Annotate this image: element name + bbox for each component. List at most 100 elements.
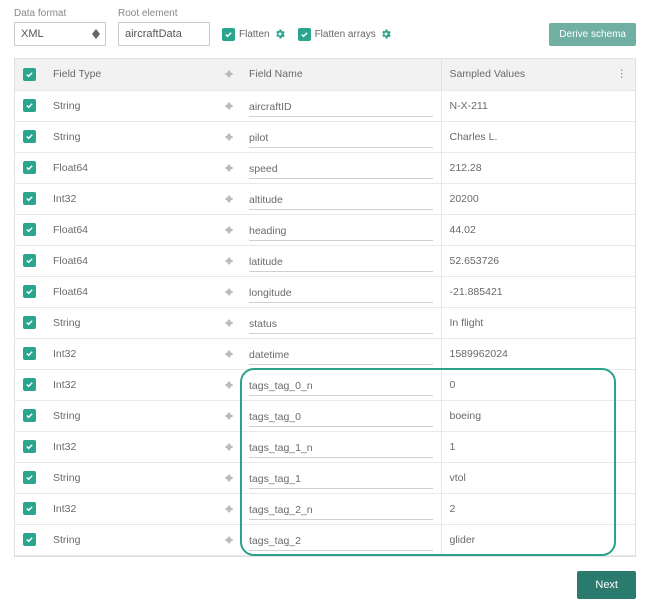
updown-icon[interactable] [225,165,233,171]
updown-icon[interactable] [225,134,233,140]
row-checkbox[interactable] [23,99,36,112]
flatten-checkbox[interactable] [222,28,235,41]
field-name-input[interactable] [249,130,433,148]
field-name-input[interactable] [249,161,433,179]
row-checkbox[interactable] [23,130,36,143]
updown-icon[interactable] [225,196,233,202]
field-type-value: Int32 [53,193,76,205]
table-row: String vtol [15,462,635,493]
updown-icon[interactable] [225,382,233,388]
table-row: Float64 52.653726 [15,245,635,276]
field-name-input[interactable] [249,347,433,365]
table-row: String In flight [15,307,635,338]
root-element-label: Root element [118,8,210,19]
updown-icon [225,71,233,77]
field-name-input[interactable] [249,409,433,427]
updown-icon[interactable] [225,413,233,419]
flatten-checkbox-row: Flatten [222,22,286,46]
updown-icon[interactable] [225,227,233,233]
table-row: Int32 2 [15,493,635,524]
select-all-checkbox[interactable] [23,68,36,81]
footer: Next [14,571,636,599]
row-checkbox[interactable] [23,378,36,391]
field-name-header[interactable]: Field Name [241,59,441,90]
next-button[interactable]: Next [577,571,636,599]
row-checkbox[interactable] [23,440,36,453]
field-name-input[interactable] [249,440,433,458]
table-row: Float64 212.28 [15,152,635,183]
sampled-value: vtol [450,472,466,484]
field-type-value: String [53,100,80,112]
field-type-value: Int32 [53,503,76,515]
field-name-input[interactable] [249,223,433,241]
field-name-input[interactable] [249,285,433,303]
flatten-gear-icon[interactable] [274,28,286,40]
sampled-values-header: Sampled Values ⋮ [441,59,635,90]
field-type-value: Float64 [53,255,88,267]
row-checkbox[interactable] [23,192,36,205]
row-checkbox[interactable] [23,533,36,546]
data-format-value: XML [21,28,44,40]
flatten-arrays-checkbox[interactable] [298,28,311,41]
field-type-value: Int32 [53,379,76,391]
row-checkbox[interactable] [23,223,36,236]
sampled-value: 1 [450,441,456,453]
row-checkbox[interactable] [23,254,36,267]
sampled-value: 212.28 [450,162,482,174]
row-checkbox[interactable] [23,409,36,422]
updown-icon[interactable] [225,506,233,512]
sampled-value: 0 [450,379,456,391]
table-row: Int32 1589962024 [15,338,635,369]
data-format-select[interactable]: XML [14,22,106,46]
field-type-header[interactable]: Field Type [45,59,241,90]
updown-icon[interactable] [225,258,233,264]
sampled-values-header-label: Sampled Values [450,68,526,80]
sampled-value: -21.885421 [450,286,503,298]
flatten-arrays-gear-icon[interactable] [380,28,392,40]
field-type-value: Int32 [53,348,76,360]
sampled-value: Charles L. [450,131,498,143]
root-element-input[interactable]: aircraftData [118,22,210,46]
root-element-group: Root element aircraftData [118,8,210,46]
field-type-value: Float64 [53,286,88,298]
field-name-input[interactable] [249,99,433,117]
field-type-header-label: Field Type [53,68,101,80]
sampled-value: 44.02 [450,224,476,236]
field-name-input[interactable] [249,192,433,210]
more-icon[interactable]: ⋮ [617,68,628,80]
field-name-input[interactable] [249,316,433,334]
row-checkbox[interactable] [23,161,36,174]
table-row: Int32 1 [15,431,635,462]
derive-schema-button[interactable]: Derive schema [549,23,636,46]
updown-icon[interactable] [225,351,233,357]
row-checkbox[interactable] [23,502,36,515]
sampled-value: 20200 [450,193,479,205]
updown-icon[interactable] [225,103,233,109]
row-checkbox[interactable] [23,471,36,484]
table-header-row: Field Type Field Name Sampled Values ⋮ [15,59,635,90]
updown-icon[interactable] [225,444,233,450]
flatten-arrays-label: Flatten arrays [315,29,376,40]
field-name-input[interactable] [249,378,433,396]
data-format-label: Data format [14,8,106,19]
data-format-group: Data format XML [14,8,106,46]
updown-icon[interactable] [225,475,233,481]
row-checkbox[interactable] [23,316,36,329]
top-controls: Data format XML Root element aircraftDat… [14,8,636,46]
table-row: String Charles L. [15,121,635,152]
header-checkbox-cell [15,59,45,90]
field-name-input[interactable] [249,471,433,489]
field-name-input[interactable] [249,254,433,272]
field-name-input[interactable] [249,502,433,520]
updown-icon[interactable] [225,320,233,326]
table-row: Int32 0 [15,369,635,400]
root-element-value: aircraftData [125,28,182,40]
updown-icon[interactable] [225,289,233,295]
sampled-value: glider [450,534,476,546]
row-checkbox[interactable] [23,285,36,298]
sampled-value: 2 [450,503,456,515]
updown-icon[interactable] [225,537,233,543]
schema-table-wrap: Field Type Field Name Sampled Values ⋮ [14,58,636,557]
row-checkbox[interactable] [23,347,36,360]
field-name-input[interactable] [249,533,433,551]
